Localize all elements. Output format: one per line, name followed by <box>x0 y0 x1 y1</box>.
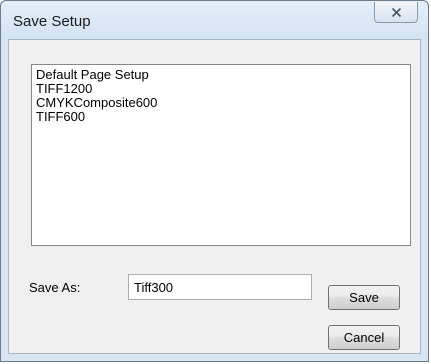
save-setup-dialog: Save Setup Default Page Setup TIFF1200 C… <box>0 0 429 362</box>
list-item[interactable]: CMYKComposite600 <box>32 96 410 110</box>
list-item[interactable]: Default Page Setup <box>32 68 410 82</box>
list-item[interactable]: TIFF600 <box>32 110 410 124</box>
window-title: Save Setup <box>13 13 91 30</box>
list-item[interactable]: TIFF1200 <box>32 82 410 96</box>
save-as-label: Save As: <box>29 280 81 295</box>
close-icon <box>391 7 401 17</box>
dialog-body: Default Page Setup TIFF1200 CMYKComposit… <box>8 39 421 354</box>
save-as-input[interactable] <box>128 274 312 300</box>
close-button[interactable] <box>374 2 418 23</box>
cancel-button[interactable]: Cancel <box>328 325 400 350</box>
title-bar[interactable]: Save Setup <box>1 1 428 39</box>
setups-listbox[interactable]: Default Page Setup TIFF1200 CMYKComposit… <box>31 64 411 246</box>
save-button[interactable]: Save <box>328 285 400 310</box>
